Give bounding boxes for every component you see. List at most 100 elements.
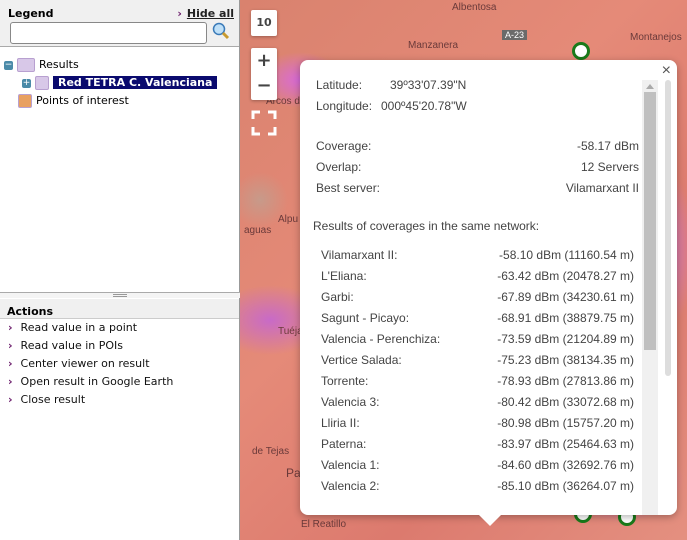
chevron-right-icon: › <box>8 375 13 388</box>
result-row: L'Eliana: -63.42 dBm (20478.27 m) <box>321 269 634 289</box>
server-name: Valencia 3: <box>321 395 380 409</box>
server-name: Valencia 1: <box>321 458 380 472</box>
server-value: -63.42 dBm (20478.27 m) <box>497 269 634 283</box>
longitude-label: Longitude: <box>316 99 373 113</box>
road-label: A-23 <box>502 30 528 40</box>
scrollbar[interactable] <box>642 80 658 515</box>
tree-node-network[interactable]: + Red TETRA C. Valenciana <box>4 74 218 92</box>
flag-icon <box>18 94 32 108</box>
server-name: Valencia - Perenchiza: <box>321 332 441 346</box>
legend-header: Legend › Hide all <box>0 0 239 47</box>
chevron-right-icon: › <box>8 339 13 352</box>
server-value: -80.42 dBm (33072.68 m) <box>497 395 634 409</box>
actions-title: Actions <box>0 299 239 319</box>
actions-list: › Read value in a point › Read value in PO… <box>8 320 173 410</box>
chevron-right-icon: › <box>8 357 13 370</box>
overlap-value: 12 Servers <box>580 160 639 174</box>
action-label: Open result in Google Earth <box>20 375 174 388</box>
coverage-row: Coverage: -58.17 dBm <box>316 139 639 159</box>
result-row: Valencia - Perenchiza: -73.59 dBm (21204.… <box>321 332 634 352</box>
server-name: L'Eliana: <box>321 269 367 283</box>
map-label: Albentosa <box>452 2 497 13</box>
action-read-point[interactable]: › Read value in a point <box>8 320 173 338</box>
map-label: Montanejos <box>630 32 682 43</box>
network-label[interactable]: Red TETRA C. Valenciana <box>53 76 218 89</box>
map-label: Manzanera <box>408 40 459 51</box>
server-name: Vertice Salada: <box>321 353 402 367</box>
server-value: -80.98 dBm (15757.20 m) <box>497 416 634 430</box>
collapse-icon[interactable]: − <box>4 60 13 70</box>
legend-title: Legend <box>8 7 54 20</box>
overlap-row: Overlap: 12 Servers <box>316 160 639 180</box>
results-label: Results <box>39 58 79 71</box>
coverage-label: Coverage: <box>316 139 372 153</box>
result-row: Valencia 3: -80.42 dBm (33072.68 m) <box>321 395 634 415</box>
action-label: Close result <box>20 393 86 406</box>
server-name: Torrente: <box>321 374 369 388</box>
tree-node-results[interactable]: − Results <box>4 56 217 74</box>
result-row: Torrente: -78.93 dBm (27813.86 m) <box>321 374 634 394</box>
poi-label: Points of interest <box>36 94 129 107</box>
server-name: Sagunt - Picayo: <box>321 311 410 325</box>
result-row: Lliria II: -80.98 dBm (15757.20 m) <box>321 416 634 436</box>
expand-icon[interactable]: + <box>22 78 31 88</box>
hide-all-link[interactable]: › Hide all <box>177 7 234 20</box>
close-icon[interactable]: × <box>662 62 671 80</box>
action-read-pois[interactable]: › Read value in POIs <box>8 338 173 356</box>
server-value: -84.60 dBm (32692.76 m) <box>497 458 634 472</box>
action-center-viewer[interactable]: › Center viewer on result <box>8 356 173 374</box>
action-label: Center viewer on result <box>20 357 150 370</box>
server-name: Valencia 2: <box>321 479 380 493</box>
server-value: -68.91 dBm (38879.75 m) <box>497 311 634 325</box>
map-label: Pa <box>286 466 301 480</box>
latitude-row: Latitude: 39º33'07.39"N <box>316 78 629 98</box>
latitude-value: 39º33'07.39"N <box>390 78 467 92</box>
coverage-value: -58.17 dBm <box>576 139 639 153</box>
fullscreen-icon <box>251 110 277 136</box>
result-row: Valencia 1: -84.60 dBm (32692.76 m) <box>321 458 634 478</box>
fullscreen-button[interactable] <box>251 110 277 136</box>
result-row: Garbi: -67.89 dBm (34230.61 m) <box>321 290 634 310</box>
left-panel: Legend › Hide all − Results + Red TETRA C. … <box>0 0 240 540</box>
best-server-value: Vilamarxant II <box>565 181 639 195</box>
action-label: Read value in a point <box>20 321 138 334</box>
server-value: -83.97 dBm (25464.63 m) <box>497 437 634 451</box>
zoom-control: + − <box>251 48 277 100</box>
action-label: Read value in POIs <box>20 339 124 352</box>
antenna-pin-icon[interactable] <box>572 42 590 60</box>
server-name: Garbi: <box>321 290 354 304</box>
search-icon[interactable] <box>212 22 230 40</box>
result-row: Paterna: -83.97 dBm (25464.63 m) <box>321 437 634 457</box>
result-row: Vertice Salada: -75.23 dBm (38134.35 m) <box>321 353 634 373</box>
legend-tree: − Results + Red TETRA C. Valenciana Points… <box>4 56 218 110</box>
popup-pointer <box>478 514 502 526</box>
info-popup: × Latitude: 39º33'07.39"N Longitude: 000º4… <box>300 60 677 515</box>
action-close-result[interactable]: › Close result <box>8 392 173 410</box>
result-row: Sagunt - Picayo: -68.91 dBm (38879.75 m) <box>321 311 634 331</box>
latitude-label: Latitude: <box>316 78 363 92</box>
chevron-right-icon: › <box>8 321 13 334</box>
best-server-row: Best server: Vilamarxant II <box>316 181 639 201</box>
map-label: El Reatillo <box>301 519 347 530</box>
legend-search-input[interactable] <box>10 22 207 44</box>
hide-all-label: Hide all <box>186 7 234 20</box>
server-value: -67.89 dBm (34230.61 m) <box>497 290 634 304</box>
zoom-out-button[interactable]: − <box>251 74 277 100</box>
server-name: Paterna: <box>321 437 367 451</box>
map-label: Alpu <box>278 214 299 225</box>
result-row: Vilamarxant II: -58.10 dBm (11160.54 m) <box>321 248 634 268</box>
outer-scrollbar[interactable] <box>665 80 671 376</box>
chevron-right-icon: › <box>8 393 13 406</box>
server-name: Lliria II: <box>321 416 360 430</box>
result-row: Valencia 2: -85.10 dBm (36264.07 m) <box>321 479 634 499</box>
best-server-label: Best server: <box>316 181 381 195</box>
map-label: aguas <box>244 225 272 236</box>
action-google-earth[interactable]: › Open result in Google Earth <box>8 374 173 392</box>
longitude-value: 000º45'20.78"W <box>381 99 467 113</box>
tree-node-poi[interactable]: Points of interest <box>4 92 217 110</box>
zoom-in-button[interactable]: + <box>251 48 277 74</box>
scroll-up-icon[interactable] <box>646 84 654 89</box>
panel-splitter[interactable] <box>0 292 240 298</box>
scrollbar-thumb[interactable] <box>644 92 656 350</box>
chevron-right-icon: › <box>177 7 182 20</box>
